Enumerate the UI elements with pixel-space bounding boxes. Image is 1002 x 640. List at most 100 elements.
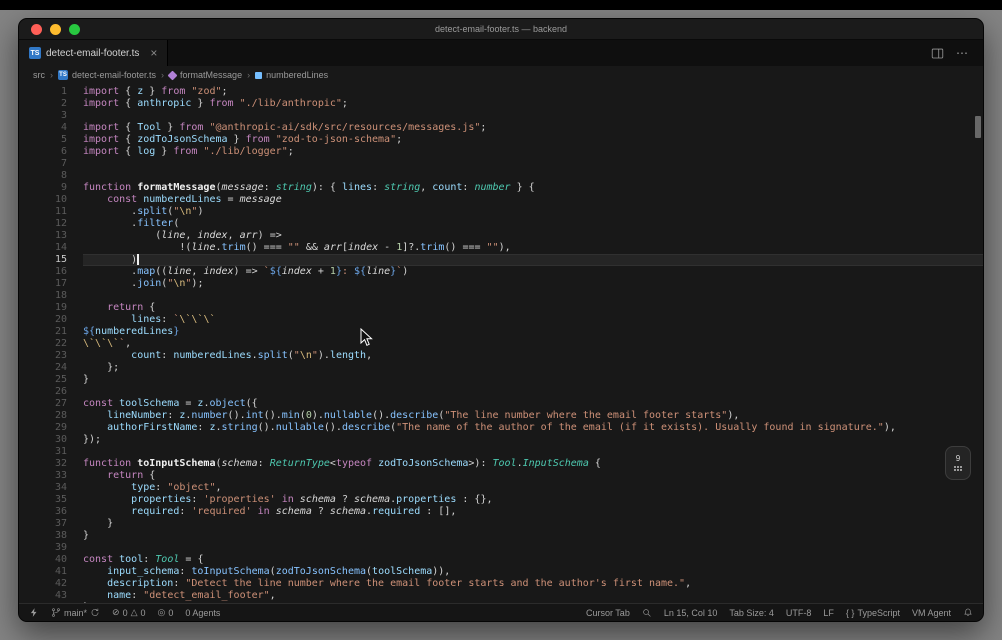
code-line[interactable]: import { Tool } from "@anthropic-ai/sdk/… xyxy=(83,122,983,134)
code-line[interactable]: description: "Detect the line number whe… xyxy=(83,578,983,590)
line-number[interactable]: 43 xyxy=(19,590,67,602)
line-number[interactable]: 30 xyxy=(19,434,67,446)
code-line[interactable]: \`\`\``, xyxy=(83,338,983,350)
code-line[interactable]: .filter( xyxy=(83,218,983,230)
code-editor[interactable]: 1 2 3 4 5 6 7 8 9 10 11 12 13 14 15 16 17 18 19 20 21 22 23 24 2… xyxy=(19,84,983,603)
code-line[interactable]: return { xyxy=(83,470,983,482)
line-number[interactable]: 1 xyxy=(19,86,67,98)
gutter[interactable]: 1 2 3 4 5 6 7 8 9 10 11 12 13 14 15 16 17 18 19 20 21 22 23 24 2… xyxy=(19,84,67,603)
close-window-button[interactable] xyxy=(31,23,42,35)
line-number[interactable]: 20 xyxy=(19,314,67,326)
code-line[interactable] xyxy=(83,110,983,122)
line-number[interactable]: 9 xyxy=(19,182,67,194)
code-line[interactable]: required: 'required' in schema ? schema.… xyxy=(83,506,983,518)
code-line[interactable]: name: "detect_email_footer", xyxy=(83,590,983,602)
code-line[interactable]: }; xyxy=(83,602,983,603)
line-number[interactable]: 36 xyxy=(19,506,67,518)
line-number[interactable]: 13 xyxy=(19,230,67,242)
line-number[interactable]: 23 xyxy=(19,350,67,362)
ports-status[interactable]: ◎ 0 xyxy=(158,607,174,618)
code-line[interactable]: properties: 'properties' in schema ? sch… xyxy=(83,494,983,506)
code-line[interactable]: ) xyxy=(83,254,983,266)
code-line[interactable]: .split("\n") xyxy=(83,206,983,218)
code-line[interactable]: count: numberedLines.split("\n").length, xyxy=(83,350,983,362)
line-number[interactable]: 3 xyxy=(19,110,67,122)
code-line[interactable]: function formatMessage(message: string):… xyxy=(83,182,983,194)
code-line[interactable]: lines: `\`\`\` xyxy=(83,314,983,326)
more-actions-icon[interactable]: ⋯ xyxy=(956,46,969,60)
indentation-setting[interactable]: Tab Size: 4 xyxy=(729,608,774,618)
line-number[interactable]: 33 xyxy=(19,470,67,482)
code-lines[interactable]: import { z } from "zod"; import { anthrop… xyxy=(67,84,983,603)
code-line[interactable]: .join("\n"); xyxy=(83,278,983,290)
language-mode[interactable]: { } TypeScript xyxy=(846,608,900,618)
vm-agent-status[interactable]: VM Agent xyxy=(912,608,951,618)
line-number[interactable]: 27 xyxy=(19,398,67,410)
line-number[interactable]: 37 xyxy=(19,518,67,530)
line-number[interactable]: 14 xyxy=(19,242,67,254)
remote-indicator[interactable] xyxy=(29,607,39,618)
code-line[interactable]: const toolSchema = z.object({ xyxy=(83,398,983,410)
line-number[interactable]: 26 xyxy=(19,386,67,398)
git-branch-status[interactable]: main* xyxy=(51,607,100,618)
line-number[interactable]: 34 xyxy=(19,482,67,494)
problems-status[interactable]: ⊘ 0 △ 0 xyxy=(112,607,146,618)
breadcrumb-item-file[interactable]: TS detect-email-footer.ts xyxy=(58,70,156,80)
line-number[interactable]: 18 xyxy=(19,290,67,302)
line-number[interactable]: 19 xyxy=(19,302,67,314)
line-number[interactable]: 21 xyxy=(19,326,67,338)
line-number[interactable]: 4 xyxy=(19,122,67,134)
line-number[interactable]: 39 xyxy=(19,542,67,554)
line-number[interactable]: 11 xyxy=(19,206,67,218)
line-number[interactable]: 8 xyxy=(19,170,67,182)
code-line[interactable]: .map((line, index) => `${index + 1}: ${l… xyxy=(83,266,983,278)
line-number[interactable]: 16 xyxy=(19,266,67,278)
tab-detect-email-footer[interactable]: TS detect-email-footer.ts × xyxy=(19,40,169,66)
line-number[interactable]: 32 xyxy=(19,458,67,470)
line-number[interactable]: 22 xyxy=(19,338,67,350)
encoding-setting[interactable]: UTF-8 xyxy=(786,608,812,618)
line-number[interactable]: 29 xyxy=(19,422,67,434)
code-line[interactable] xyxy=(83,290,983,302)
code-line[interactable]: ${numberedLines} xyxy=(83,326,983,338)
code-line[interactable]: }); xyxy=(83,434,983,446)
line-number[interactable]: 17 xyxy=(19,278,67,290)
line-number[interactable]: 41 xyxy=(19,566,67,578)
line-number[interactable]: 5 xyxy=(19,134,67,146)
code-line[interactable]: return { xyxy=(83,302,983,314)
line-number[interactable]: 24 xyxy=(19,362,67,374)
line-number[interactable]: 6 xyxy=(19,146,67,158)
minimize-window-button[interactable] xyxy=(50,23,61,35)
code-line[interactable]: const tool: Tool = { xyxy=(83,554,983,566)
code-line[interactable]: type: "object", xyxy=(83,482,983,494)
line-number[interactable]: 25 xyxy=(19,374,67,386)
line-number[interactable]: 42 xyxy=(19,578,67,590)
line-number[interactable]: 10 xyxy=(19,194,67,206)
floating-widget[interactable]: 9 xyxy=(945,446,971,480)
code-line[interactable]: const numberedLines = message xyxy=(83,194,983,206)
tab-close-icon[interactable]: × xyxy=(150,47,157,59)
scrollbar-thumb[interactable] xyxy=(975,116,981,138)
cursor-position[interactable]: Ln 15, Col 10 xyxy=(664,608,718,618)
code-line[interactable]: function toInputSchema(schema: ReturnTyp… xyxy=(83,458,983,470)
zoom-window-button[interactable] xyxy=(69,23,80,35)
notifications-bell-icon[interactable] xyxy=(963,607,973,618)
line-number[interactable]: 2 xyxy=(19,98,67,110)
line-number[interactable]: 38 xyxy=(19,530,67,542)
line-number[interactable]: 40 xyxy=(19,554,67,566)
cursor-tab-toggle[interactable]: Cursor Tab xyxy=(586,608,630,618)
code-line[interactable] xyxy=(83,446,983,458)
split-editor-icon[interactable] xyxy=(931,47,944,60)
code-line[interactable]: }; xyxy=(83,362,983,374)
code-line[interactable]: import { zodToJsonSchema } from "zod-to-… xyxy=(83,134,983,146)
line-number[interactable]: 12 xyxy=(19,218,67,230)
code-line[interactable]: import { log } from "./lib/logger"; xyxy=(83,146,983,158)
code-line[interactable]: } xyxy=(83,374,983,386)
code-line[interactable] xyxy=(83,170,983,182)
code-line[interactable]: authorFirstName: z.string().nullable().d… xyxy=(83,422,983,434)
zoom-icon[interactable] xyxy=(642,608,652,618)
code-line[interactable]: (line, index, arr) => xyxy=(83,230,983,242)
eol-setting[interactable]: LF xyxy=(823,608,834,618)
agents-status[interactable]: 0 Agents xyxy=(185,608,220,618)
code-line[interactable]: } xyxy=(83,518,983,530)
